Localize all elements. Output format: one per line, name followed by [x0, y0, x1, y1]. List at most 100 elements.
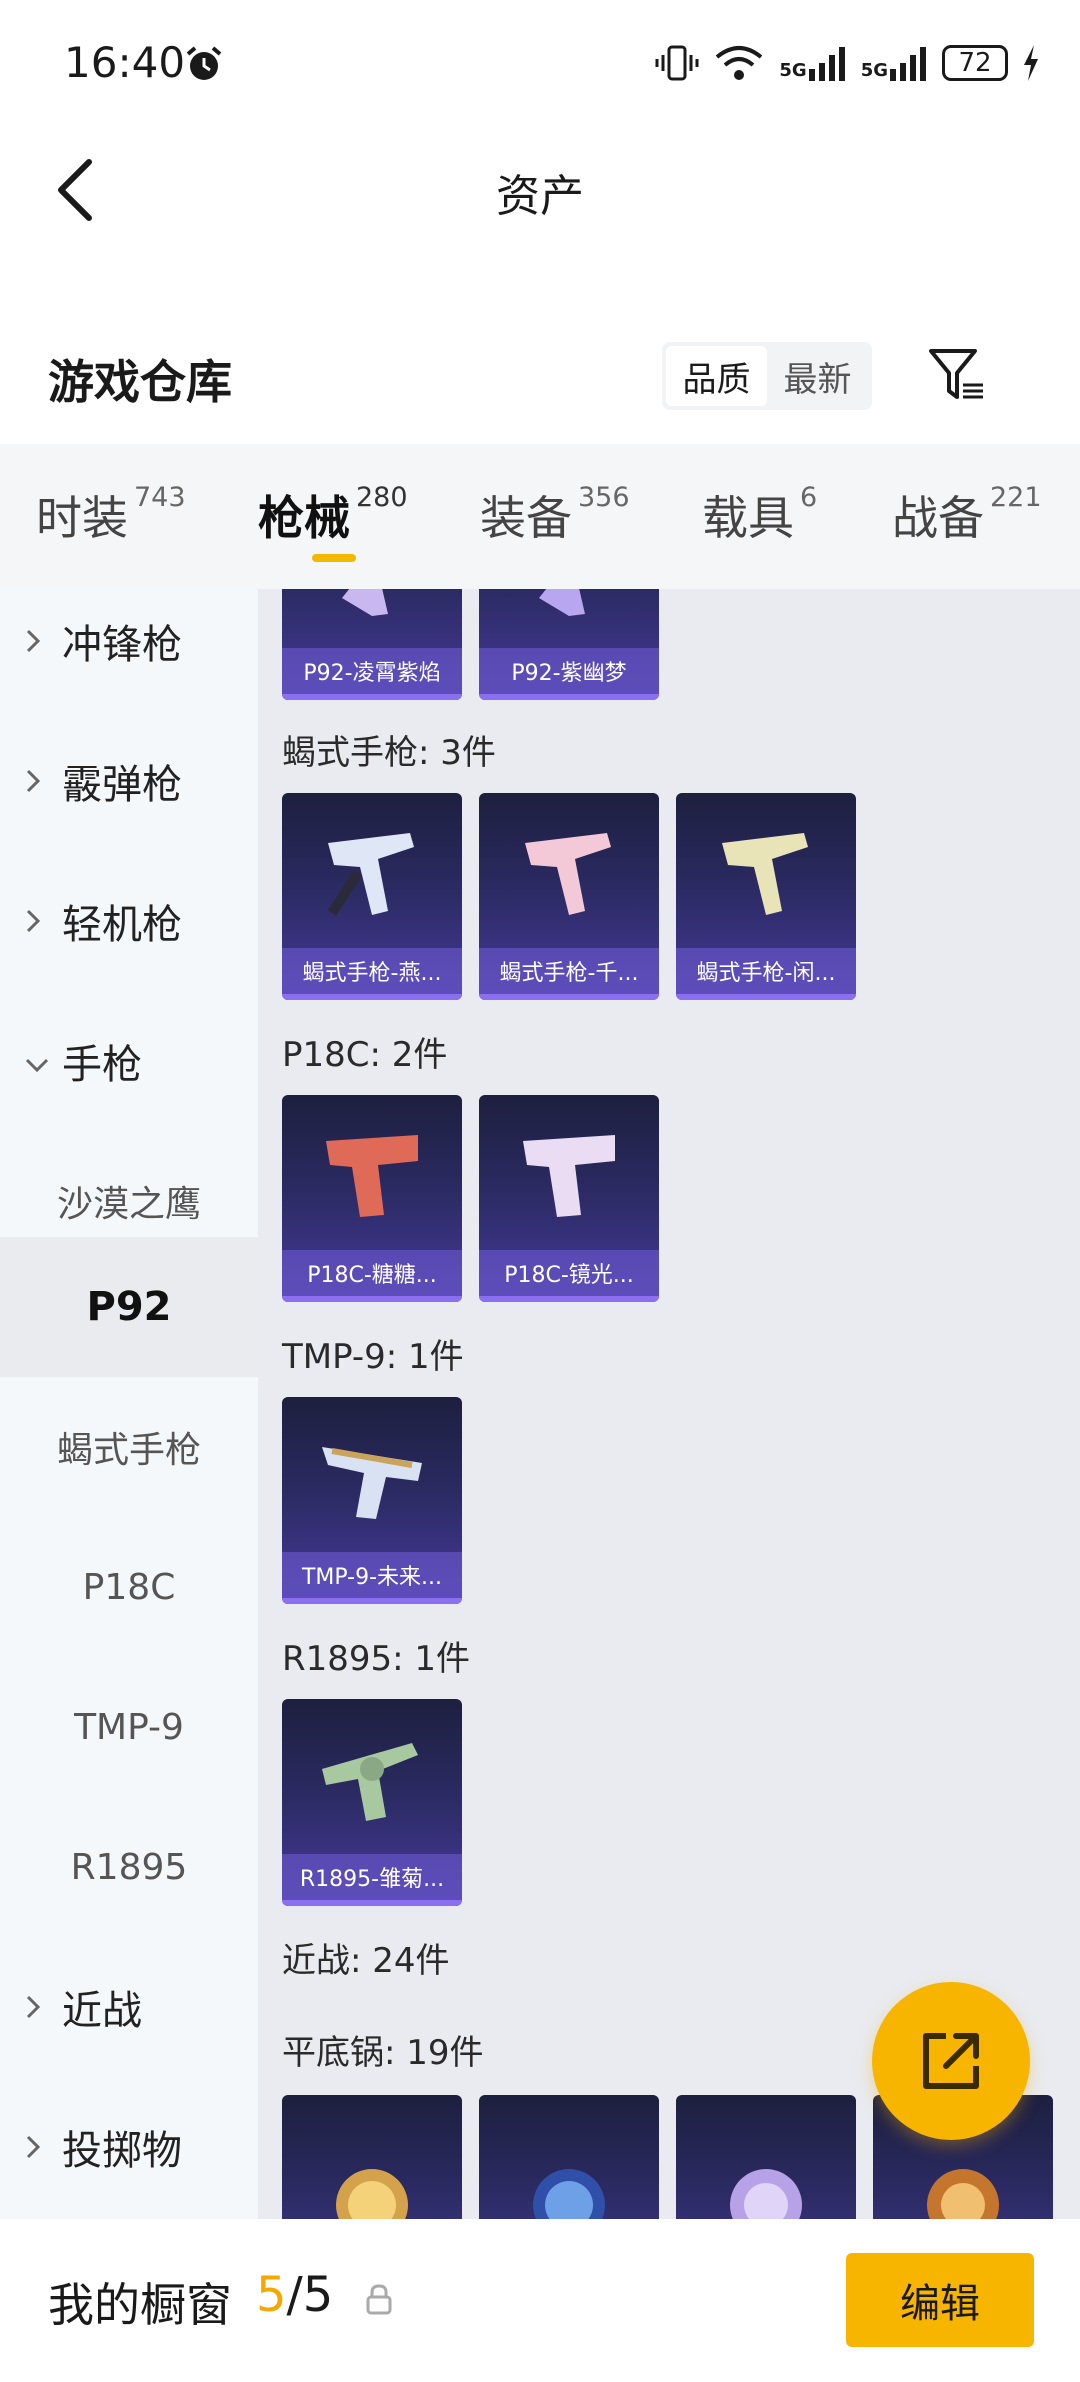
- tab-label: 载具: [702, 491, 794, 545]
- tab-label: 枪械: [258, 491, 350, 545]
- sidebar-item-label: 手枪: [62, 1042, 142, 1088]
- item-name: 蝎式手枪-闲...: [676, 948, 856, 994]
- revolver-skin-icon: [282, 1699, 462, 1859]
- page-title: 资产: [496, 171, 584, 222]
- pistol-skin-icon: [479, 589, 659, 653]
- sidebar-item-scorpion[interactable]: 蝎式手枪: [0, 1377, 258, 1517]
- sidebar-item-smg[interactable]: 冲锋枪: [0, 589, 258, 711]
- group-label-p18c: P18C: 2件: [282, 1035, 448, 1075]
- sidebar-item-label: 投掷物: [62, 2128, 182, 2174]
- tab-equipment[interactable]: 装备 356: [480, 482, 630, 548]
- sidebar-item-label: 冲锋枪: [62, 622, 182, 668]
- section-title: 游戏仓库: [48, 355, 232, 409]
- tab-count: 6: [800, 482, 818, 513]
- chevron-right-icon: [24, 1984, 54, 2030]
- item-name: P18C-镜光...: [479, 1250, 659, 1296]
- pan-skin-icon: [676, 2095, 856, 2219]
- battery-indicator: 72: [942, 45, 1008, 81]
- sidebar-item-label: 近战: [62, 1988, 142, 2034]
- item-card[interactable]: P92-紫幽梦: [479, 589, 659, 700]
- item-card[interactable]: 蝎式手枪-千...: [479, 793, 659, 1000]
- sidebar-item-tmp9[interactable]: TMP-9: [0, 1657, 258, 1797]
- share-button[interactable]: [872, 1982, 1030, 2140]
- lock-icon: [366, 2284, 392, 2315]
- tab-count: 280: [356, 482, 408, 513]
- network-type-2: 5G: [860, 60, 888, 81]
- item-card[interactable]: [479, 2095, 659, 2219]
- showcase-total: /5: [286, 2267, 334, 2323]
- smg-skin-icon: [676, 793, 856, 953]
- smg-skin-icon: [282, 793, 462, 953]
- smg-skin-icon: [282, 1397, 462, 1557]
- group-label-scorpion: 蝎式手枪: 3件: [282, 733, 496, 773]
- item-name: R1895-雏菊...: [282, 1854, 462, 1900]
- sidebar-item-label: 霰弹枪: [62, 762, 182, 808]
- filter-icon: [929, 349, 983, 399]
- item-card[interactable]: [676, 2095, 856, 2219]
- cell-signal-1: 5G: [779, 45, 846, 81]
- pan-skin-icon: [479, 2095, 659, 2219]
- sidebar-item-throwable[interactable]: 投掷物: [0, 2077, 258, 2217]
- chevron-right-icon: [24, 758, 54, 804]
- sort-latest-button[interactable]: 最新: [767, 346, 868, 406]
- item-card[interactable]: [282, 2095, 462, 2219]
- tab-supplies[interactable]: 战备 221: [892, 482, 1042, 548]
- item-card[interactable]: 蝎式手枪-燕...: [282, 793, 462, 1000]
- sidebar-item-p92[interactable]: P92: [0, 1237, 258, 1377]
- sidebar-item-p18c[interactable]: P18C: [0, 1517, 258, 1657]
- item-card[interactable]: 蝎式手枪-闲...: [676, 793, 856, 1000]
- tab-firearms[interactable]: 枪械 280: [258, 482, 408, 548]
- pistol-skin-icon: [282, 1095, 462, 1255]
- sidebar-item-melee[interactable]: 近战: [0, 1937, 258, 2077]
- sidebar-item-shotgun[interactable]: 霰弹枪: [0, 711, 258, 851]
- showcase-label: 我的橱窗: [48, 2278, 232, 2332]
- chevron-right-icon: [24, 618, 54, 664]
- item-name: TMP-9-未来...: [282, 1552, 462, 1598]
- tab-count: 743: [134, 482, 186, 513]
- filter-button[interactable]: [922, 340, 992, 410]
- sidebar-item-r1895[interactable]: R1895: [0, 1797, 258, 1937]
- item-name: P18C-糖糖...: [282, 1250, 462, 1296]
- item-grid: P92-凌霄紫焰 P92-紫幽梦 蝎式手枪: 3件 蝎式手枪-燕... 蝎式手枪…: [258, 589, 1080, 2219]
- sidebar-item-lmg[interactable]: 轻机枪: [0, 851, 258, 991]
- active-tab-indicator: [312, 554, 356, 562]
- item-name: P92-凌霄紫焰: [282, 648, 462, 694]
- cell-signal-2: 5G: [861, 45, 928, 81]
- signal-bars-icon: [808, 47, 845, 81]
- tab-label: 时装: [36, 491, 128, 545]
- item-name: P92-紫幽梦: [479, 648, 659, 694]
- vibrate-icon: [655, 45, 699, 81]
- sidebar-item-pistol[interactable]: 手枪: [0, 991, 258, 1131]
- pistol-skin-icon: [282, 589, 462, 653]
- showcase-count: 5/5: [256, 2267, 333, 2323]
- wifi-icon: [716, 46, 763, 80]
- status-icons: 5G 5G 72: [655, 40, 1040, 86]
- sort-quality-button[interactable]: 品质: [666, 346, 767, 406]
- tab-fashion[interactable]: 时装 743: [36, 482, 186, 548]
- status-time: 16:40: [64, 38, 186, 87]
- pan-skin-icon: [282, 2095, 462, 2219]
- alarm-clock-icon: [186, 46, 222, 80]
- item-card[interactable]: P18C-糖糖...: [282, 1095, 462, 1302]
- group-label-r1895: R1895: 1件: [282, 1639, 471, 1679]
- weapon-type-sidebar: 冲锋枪 霰弹枪 轻机枪 手枪 沙漠之鹰 P92 蝎式手枪 P18C TMP-9 …: [0, 589, 258, 2219]
- tab-count: 356: [578, 482, 630, 513]
- sidebar-item-label: 轻机枪: [62, 902, 182, 948]
- item-name: 蝎式手枪-燕...: [282, 948, 462, 994]
- item-card[interactable]: P18C-镜光...: [479, 1095, 659, 1302]
- edit-button[interactable]: 编辑: [846, 2253, 1034, 2347]
- tab-label: 装备: [480, 491, 572, 545]
- sort-toggle: 品质 最新: [662, 342, 872, 410]
- tab-label: 战备: [892, 491, 984, 545]
- chevron-right-icon: [24, 898, 54, 944]
- item-card[interactable]: TMP-9-未来...: [282, 1397, 462, 1604]
- share-external-icon: [923, 2033, 979, 2089]
- item-name: 蝎式手枪-千...: [479, 948, 659, 994]
- category-tabs: 时装 743 枪械 280 装备 356 载具 6 战备 221: [0, 444, 1080, 589]
- tab-vehicles[interactable]: 载具 6: [702, 482, 817, 548]
- item-card[interactable]: P92-凌霄紫焰: [282, 589, 462, 700]
- item-card[interactable]: R1895-雏菊...: [282, 1699, 462, 1906]
- charging-icon: [1024, 45, 1038, 81]
- showcase-bar: 我的橱窗 5/5 编辑: [0, 2219, 1080, 2382]
- smg-skin-icon: [479, 793, 659, 953]
